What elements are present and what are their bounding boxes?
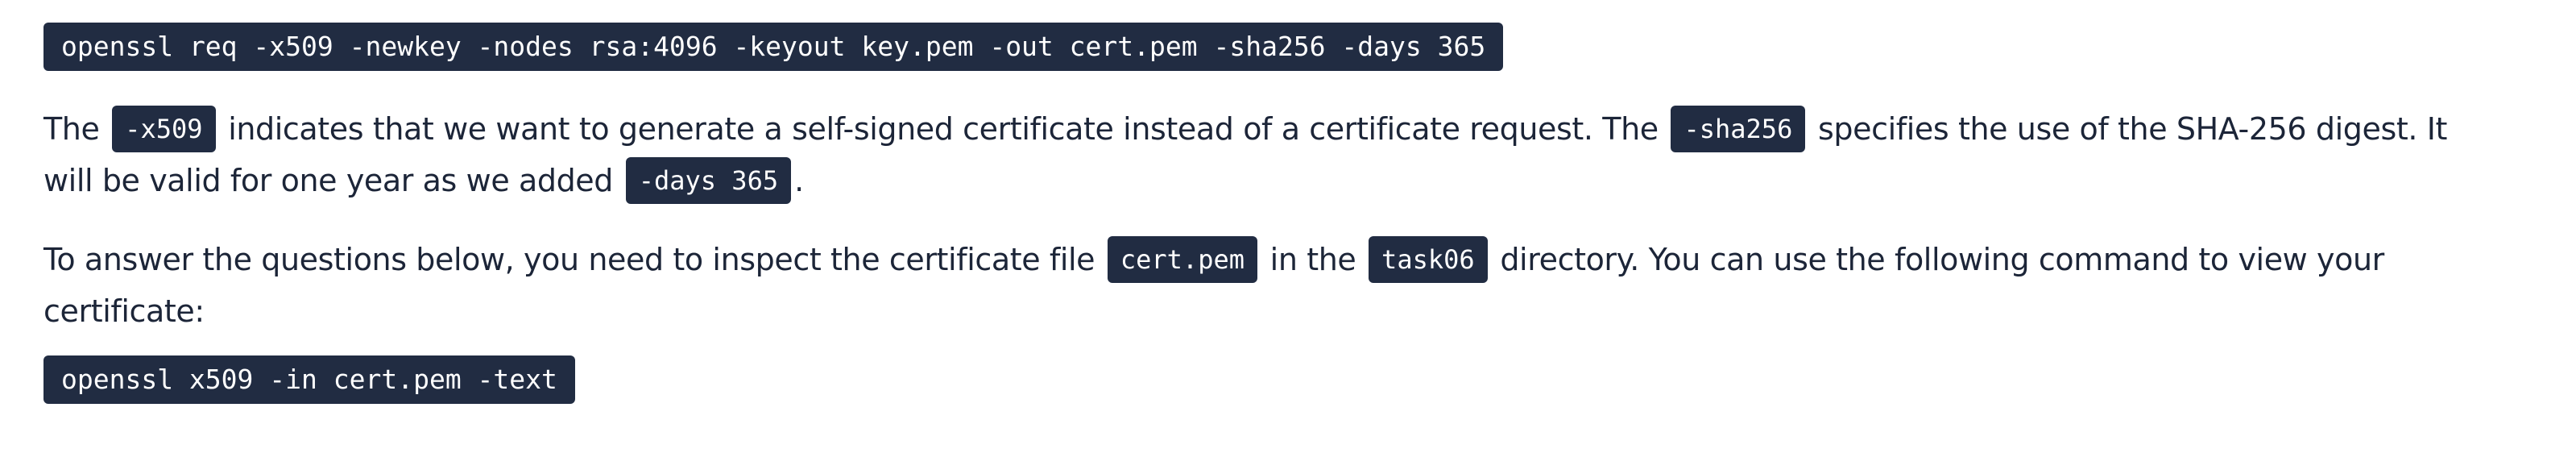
paragraph-instructions: To answer the questions below, you need … <box>43 234 2544 337</box>
text: . <box>794 163 804 198</box>
inline-code: cert.pem <box>1107 235 1257 283</box>
inline-code: -days 365 <box>625 156 792 204</box>
command-code-block[interactable]: openssl req -x509 -newkey -nodes rsa:409… <box>43 23 1504 71</box>
inline-code: -x509 <box>112 105 216 152</box>
paragraph-line: certificate: <box>43 285 2544 337</box>
text: certificate: <box>43 293 205 329</box>
text: indicates that we want to generate a sel… <box>228 111 1659 147</box>
paragraph-line: The -x509 indicates that we want to gene… <box>43 103 2544 155</box>
command-code-block[interactable]: openssl x509 -in cert.pem -text <box>43 355 575 404</box>
text: specifies the use of the SHA-256 digest.… <box>1818 111 2448 147</box>
inline-code: -sha256 <box>1671 105 1806 152</box>
paragraph-line: will be valid for one year as we added -… <box>43 155 2544 206</box>
document-content: openssl req -x509 -newkey -nodes rsa:409… <box>0 0 2576 449</box>
text: will be valid for one year as we added <box>43 163 614 198</box>
paragraph-line: To answer the questions below, you need … <box>43 234 2544 285</box>
text: To answer the questions below, you need … <box>43 242 1095 277</box>
text: The <box>43 111 100 147</box>
text: in the <box>1269 242 1356 277</box>
inline-code: task06 <box>1369 235 1488 283</box>
text: directory. You can use the following com… <box>1500 242 2384 277</box>
paragraph-explanation: The -x509 indicates that we want to gene… <box>43 103 2544 206</box>
